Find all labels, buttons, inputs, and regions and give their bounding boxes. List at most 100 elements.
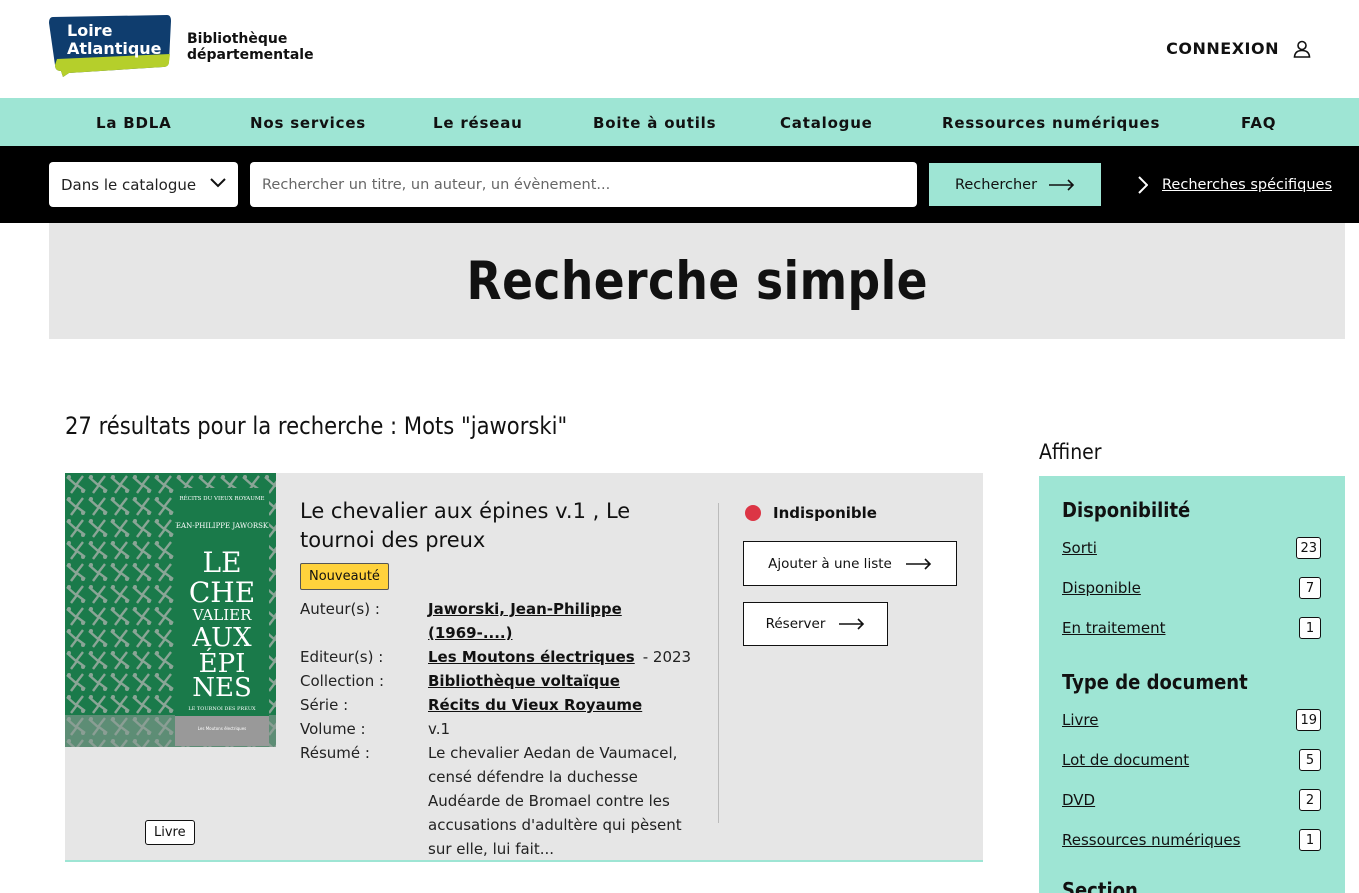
page-title: Recherche simple — [466, 250, 928, 312]
summary-row: Résumé : Le chevalier Aedan de Vaumacel,… — [300, 741, 693, 861]
specific-search-label: Recherches spécifiques — [1162, 177, 1332, 193]
nav-item-services[interactable]: Nos services — [250, 114, 366, 132]
facet-link-disponible[interactable]: Disponible — [1062, 579, 1141, 597]
author-link[interactable]: Jaworski, Jean-Philippe (1969-....) — [428, 600, 622, 642]
publication-year: - 2023 — [642, 648, 692, 666]
facet-count: 5 — [1299, 749, 1321, 771]
facet-link-ressources-numeriques[interactable]: Ressources numériques — [1062, 831, 1240, 849]
facet-link-lot-de-document[interactable]: Lot de document — [1062, 751, 1189, 769]
svg-text:NES: NES — [192, 673, 252, 703]
arrow-right-icon — [905, 557, 931, 570]
login-label: CONNEXION — [1166, 39, 1279, 58]
result-title[interactable]: Le chevalier aux épines v.1 , Le tournoi… — [300, 497, 700, 555]
facet-item: Sorti 23 — [1062, 537, 1321, 559]
svg-text:RÉCITS DU VIEUX ROYAUME: RÉCITS DU VIEUX ROYAUME — [179, 494, 264, 502]
facet-count: 7 — [1299, 577, 1321, 599]
add-to-list-label: Ajouter à une liste — [768, 555, 892, 572]
facet-count: 2 — [1299, 789, 1321, 811]
series-link[interactable]: Récits du Vieux Royaume — [428, 696, 642, 714]
book-cover[interactable]: RÉCITS DU VIEUX ROYAUME JEAN-PHILIPPE JA… — [65, 473, 276, 747]
nav-item-catalogue[interactable]: Catalogue — [780, 114, 873, 132]
svg-text:Loire: Loire — [67, 21, 113, 40]
facet-link-dvd[interactable]: DVD — [1062, 791, 1095, 809]
search-bar: Dans le catalogue Rechercher Recherches … — [0, 146, 1359, 223]
publisher-row: Editeur(s) : Les Moutons électriques - 20… — [300, 645, 693, 669]
facet-group-availability: Disponibilité — [1062, 498, 1191, 522]
result-card: RÉCITS DU VIEUX ROYAUME JEAN-PHILIPPE JA… — [65, 473, 983, 862]
search-scope-value: Dans le catalogue — [61, 175, 197, 194]
svg-text:CHE: CHE — [189, 576, 255, 609]
facet-link-sorti[interactable]: Sorti — [1062, 539, 1097, 557]
refine-title: Affiner — [1039, 440, 1102, 464]
facet-link-livre[interactable]: Livre — [1062, 711, 1098, 729]
volume-label: Volume : — [300, 720, 366, 738]
facet-item: Livre 19 — [1062, 709, 1321, 731]
chevron-right-icon — [1138, 176, 1148, 194]
collection-row: Collection : Bibliothèque voltaïque — [300, 669, 693, 693]
availability-label: Indisponible — [773, 504, 877, 522]
svg-text:VALIER: VALIER — [192, 606, 252, 624]
collection-link[interactable]: Bibliothèque voltaïque — [428, 672, 620, 690]
facet-count: 1 — [1299, 617, 1321, 639]
availability-status: Indisponible — [745, 504, 877, 522]
nav-item-faq[interactable]: FAQ — [1241, 114, 1276, 132]
facets-panel: Disponibilité Sorti 23 Disponible 7 En t… — [1039, 476, 1345, 893]
facet-group-section: Section — [1062, 878, 1138, 893]
volume-row: Volume : v.1 — [300, 717, 693, 741]
nav-item-bdla[interactable]: La BDLA — [96, 114, 172, 132]
svg-text:Atlantique: Atlantique — [67, 39, 162, 58]
arrow-right-icon — [1049, 178, 1075, 191]
series-row: Série : Récits du Vieux Royaume — [300, 693, 693, 717]
summary-label: Résumé : — [300, 744, 370, 762]
search-button[interactable]: Rechercher — [929, 163, 1101, 206]
facet-item: Disponible 7 — [1062, 577, 1321, 599]
unavailable-dot-icon — [745, 505, 761, 521]
search-scope-select[interactable]: Dans le catalogue — [49, 162, 238, 207]
cover-title-panel: RÉCITS DU VIEUX ROYAUME JEAN-PHILIPPE JA… — [175, 488, 269, 746]
new-badge: Nouveauté — [300, 563, 389, 590]
publisher-label: Editeur(s) : — [300, 648, 384, 666]
facet-item: DVD 2 — [1062, 789, 1321, 811]
main-nav: La BDLA Nos services Le réseau Boite à o… — [0, 98, 1359, 146]
arrow-right-icon — [839, 618, 865, 630]
loire-atlantique-logo: Loire Atlantique — [49, 15, 171, 77]
reserve-button[interactable]: Réserver — [743, 602, 888, 646]
svg-text:JEAN-PHILIPPE JAWORSKI: JEAN-PHILIPPE JAWORSKI — [175, 522, 269, 530]
search-input[interactable] — [250, 162, 917, 207]
result-metadata: Auteur(s) : Jaworski, Jean-Philippe (196… — [300, 597, 693, 861]
chevron-down-icon — [210, 178, 226, 188]
collection-label: Collection : — [300, 672, 385, 690]
nav-item-reseau[interactable]: Le réseau — [433, 114, 523, 132]
site-header: Loire Atlantique Bibliothèque départemen… — [0, 0, 1359, 98]
reserve-label: Réserver — [765, 616, 826, 632]
facet-count: 19 — [1296, 709, 1321, 731]
facet-item: Ressources numériques 1 — [1062, 829, 1321, 851]
summary-text: Le chevalier Aedan de Vaumacel, censé dé… — [428, 744, 682, 858]
author-row: Auteur(s) : Jaworski, Jean-Philippe (196… — [300, 597, 693, 645]
facet-item: En traitement 1 — [1062, 617, 1321, 639]
facet-link-en-traitement[interactable]: En traitement — [1062, 619, 1166, 637]
site-subtitle: Bibliothèque départementale — [187, 31, 314, 63]
publisher-link[interactable]: Les Moutons électriques — [428, 648, 635, 666]
series-label: Série : — [300, 696, 349, 714]
facet-count: 1 — [1299, 829, 1321, 851]
subtitle-line-2: départementale — [187, 47, 314, 63]
user-icon — [1293, 40, 1311, 58]
svg-text:LE TOURNOI DES PREUX: LE TOURNOI DES PREUX — [188, 706, 256, 712]
subtitle-line-1: Bibliothèque — [187, 31, 288, 47]
card-divider — [718, 503, 719, 823]
search-button-label: Rechercher — [954, 176, 1038, 193]
nav-item-boite-outils[interactable]: Boite à outils — [593, 114, 716, 132]
page-banner: Recherche simple — [49, 223, 1345, 339]
add-to-list-button[interactable]: Ajouter à une liste — [743, 541, 957, 586]
svg-text:Les Moutons électriques: Les Moutons électriques — [198, 726, 247, 731]
nav-item-ressources[interactable]: Ressources numériques — [942, 114, 1160, 132]
facet-item: Lot de document 5 — [1062, 749, 1321, 771]
login-button[interactable]: CONNEXION — [1166, 39, 1311, 58]
volume-value: v.1 — [428, 720, 451, 738]
svg-text:LE: LE — [202, 546, 241, 579]
specific-search-link[interactable]: Recherches spécifiques — [1138, 176, 1332, 194]
facet-group-document-type: Type de document — [1062, 670, 1248, 694]
document-type-badge: Livre — [145, 820, 195, 845]
results-summary: 27 résultats pour la recherche : Mots "j… — [65, 412, 568, 440]
